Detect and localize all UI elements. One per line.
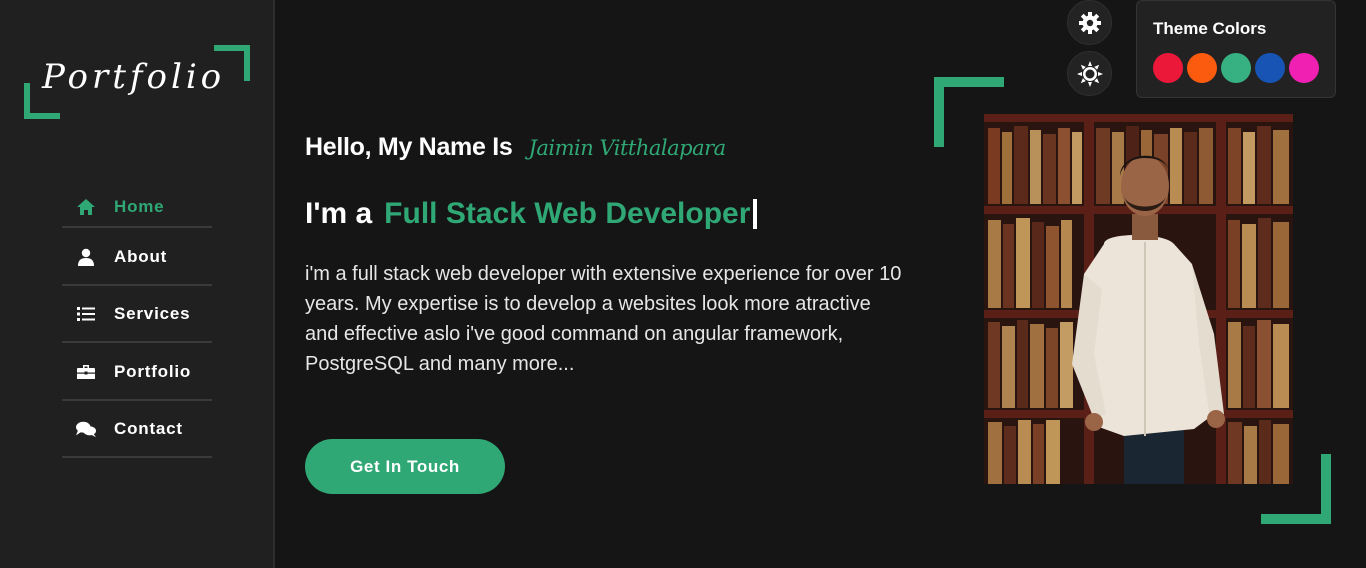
home-icon — [76, 197, 96, 217]
nav-item-about[interactable]: About — [62, 228, 212, 286]
logo-text: Portfolio — [42, 57, 226, 97]
nav-item-label: Portfolio — [114, 361, 192, 381]
sidebar: Portfolio Home About Services Portfolio — [0, 0, 275, 568]
main-nav: Home About Services Portfolio Contact — [62, 188, 212, 458]
sun-icon — [1076, 60, 1103, 87]
theme-swatch-orange[interactable] — [1187, 53, 1217, 83]
nav-item-home[interactable]: Home — [62, 188, 212, 228]
role-heading: I'm a Full Stack Web Developer — [305, 197, 758, 231]
theme-swatches — [1153, 53, 1319, 83]
nav-item-label: Contact — [114, 419, 183, 439]
nav-item-contact[interactable]: Contact — [62, 401, 212, 458]
nav-item-label: Services — [114, 304, 191, 324]
role-prefix: I'm a — [305, 197, 373, 230]
list-icon — [76, 304, 96, 324]
role-title: Full Stack Web Developer — [384, 197, 751, 230]
theme-swatch-green[interactable] — [1221, 53, 1251, 83]
greeting-text: Hello, My Name Is — [305, 133, 513, 161]
theme-swatch-pink[interactable] — [1289, 53, 1319, 83]
gear-icon — [1078, 11, 1102, 35]
settings-gear-button[interactable] — [1067, 0, 1112, 45]
user-icon — [76, 247, 96, 267]
logo[interactable]: Portfolio — [24, 45, 250, 119]
author-name: Jaimin Vitthalapara — [528, 136, 726, 160]
profile-photo — [984, 114, 1293, 484]
comments-icon — [76, 419, 96, 439]
typing-cursor — [753, 199, 758, 229]
hero-description: i'm a full stack web developer with exte… — [305, 263, 902, 375]
theme-colors-panel: Theme Colors — [1136, 0, 1336, 98]
nav-item-services[interactable]: Services — [62, 286, 212, 343]
get-in-touch-button[interactable]: Get In Touch — [305, 439, 505, 494]
day-night-toggle-button[interactable] — [1067, 51, 1112, 96]
nav-item-label: About — [114, 246, 168, 266]
nav-item-portfolio[interactable]: Portfolio — [62, 343, 212, 401]
greeting: Hello, My Name Is Jaimin Vitthalapara — [305, 133, 726, 162]
theme-swatch-red[interactable] — [1153, 53, 1183, 83]
nav-item-label: Home — [114, 197, 165, 216]
briefcase-icon — [76, 362, 96, 382]
theme-colors-title: Theme Colors — [1153, 19, 1267, 38]
theme-swatch-blue[interactable] — [1255, 53, 1285, 83]
